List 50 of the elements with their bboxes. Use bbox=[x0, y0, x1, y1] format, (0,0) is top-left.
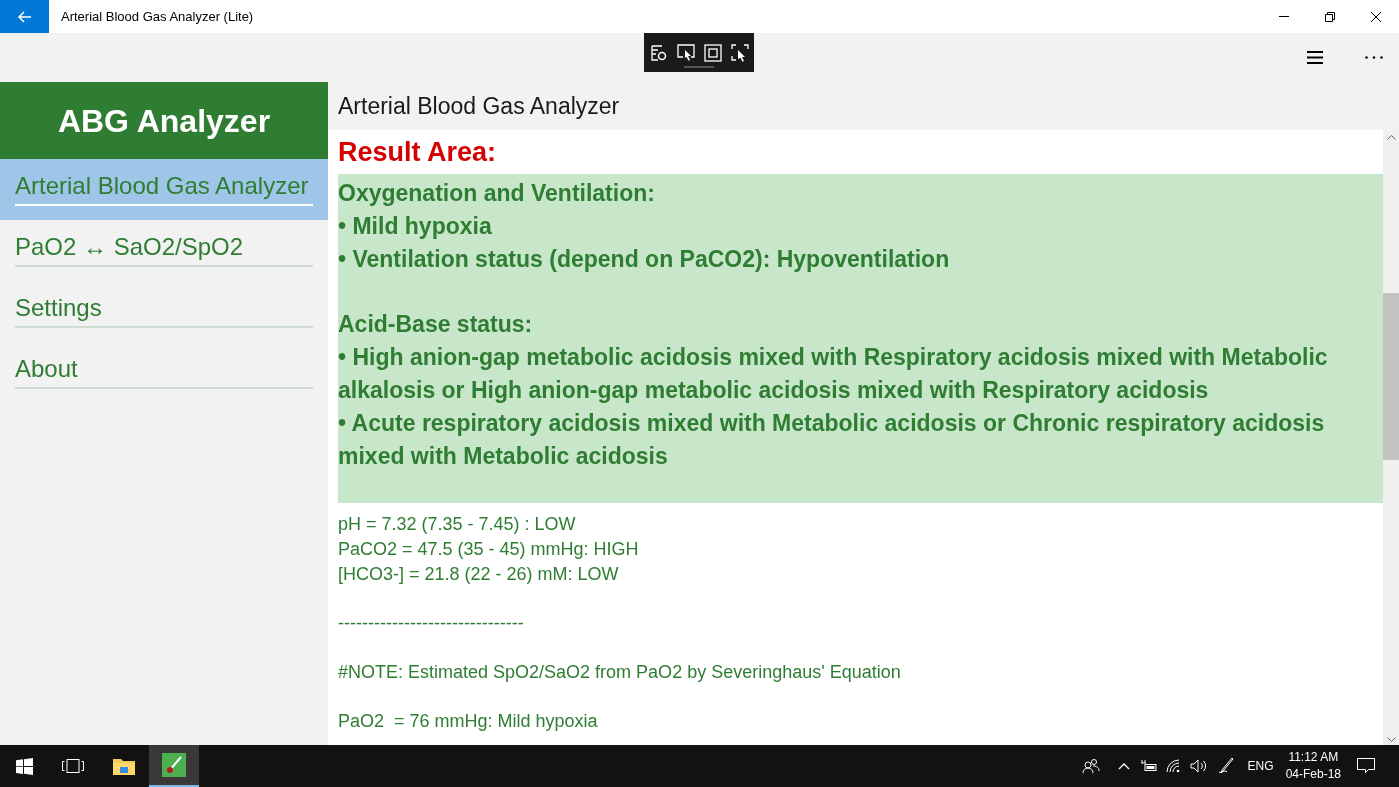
result-text: ------------------------------- bbox=[338, 612, 525, 635]
clock-time: 11:12 AM bbox=[1288, 749, 1339, 766]
settings-icon[interactable] bbox=[649, 43, 668, 62]
result-item: • Acute respiratory acidosis mixed with Metabolic acidosis or Chronic respiratory acidosis mixed with Metabolic acidosis bbox=[338, 409, 1326, 471]
cursor-select-icon[interactable] bbox=[676, 43, 695, 62]
result-text: #NOTE: Estimated SpO2/SaO2 from PaO2 by Severinghaus' Equation bbox=[338, 661, 902, 684]
clock[interactable]: 11:12 AM 04-Feb-18 bbox=[1285, 749, 1341, 783]
scrollbar-thumb[interactable] bbox=[1383, 293, 1399, 460]
task-view-icon bbox=[62, 759, 84, 773]
pen-icon[interactable] bbox=[1217, 757, 1236, 775]
taskbar-app-button[interactable] bbox=[149, 745, 199, 787]
result-item: • Mild hypoxia bbox=[338, 212, 493, 241]
result-text: PaCO2 = 47.5 (35 - 45) mmHg: HIGH bbox=[338, 538, 640, 561]
result-item: • Ventilation status (depend on PaCO2): Hypoventilation bbox=[338, 245, 951, 274]
section-heading: Oxygenation and Ventilation: bbox=[338, 179, 656, 208]
region-select-icon[interactable] bbox=[730, 43, 749, 62]
scroll-down-icon[interactable] bbox=[1386, 737, 1396, 742]
minimize-icon bbox=[1279, 16, 1289, 17]
result-text: PaO2 = 76 mmHg: Mild hypoxia bbox=[338, 710, 599, 733]
clock-date: 04-Feb-18 bbox=[1285, 766, 1341, 783]
restore-icon bbox=[1325, 11, 1335, 22]
people-icon[interactable] bbox=[1081, 758, 1100, 774]
folder-icon bbox=[112, 757, 135, 775]
result-item: • High anion-gap metabolic acidosis mixed with Respiratory acidosis mixed with Metabolic alkalosis or High anion-gap metabolic acidosis mixed with Respiratory acidosis bbox=[338, 343, 1329, 405]
app-title: ABG Analyzer bbox=[57, 101, 271, 141]
nav-item[interactable]: PaO2 ↔ SaO2/SpO2 bbox=[15, 232, 313, 267]
windows-logo-icon bbox=[15, 757, 33, 775]
language-indicator[interactable]: ENG bbox=[1247, 757, 1274, 775]
result-heading: Result Area: bbox=[338, 136, 498, 169]
page-title: Arterial Blood Gas Analyzer bbox=[338, 91, 620, 121]
drag-handle[interactable] bbox=[684, 66, 714, 68]
square-frame-icon[interactable] bbox=[703, 43, 722, 62]
scrollbar[interactable] bbox=[1383, 130, 1399, 745]
section-heading: Acid-Base status: bbox=[338, 310, 534, 339]
scroll-up-icon[interactable] bbox=[1386, 135, 1396, 140]
window-title: Arterial Blood Gas Analyzer (Lite) bbox=[61, 7, 254, 26]
app-logo-icon bbox=[162, 753, 186, 777]
result-text: [HCO3-] = 21.8 (22 - 26) mM: LOW bbox=[338, 563, 620, 586]
nav-item[interactable]: About bbox=[15, 354, 313, 389]
menu-icon bbox=[1307, 50, 1323, 64]
more-icon bbox=[1365, 55, 1383, 59]
back-arrow-icon bbox=[17, 10, 32, 23]
wifi-icon[interactable] bbox=[1165, 759, 1182, 773]
notification-icon[interactable] bbox=[1357, 758, 1375, 774]
close-icon bbox=[1371, 11, 1381, 22]
battery-icon[interactable] bbox=[1139, 760, 1158, 772]
nav-item[interactable]: Settings bbox=[15, 293, 313, 328]
chevron-up-icon[interactable] bbox=[1117, 762, 1130, 770]
speaker-icon[interactable] bbox=[1189, 759, 1208, 773]
result-text: pH = 7.32 (7.35 - 7.45) : LOW bbox=[338, 513, 577, 536]
